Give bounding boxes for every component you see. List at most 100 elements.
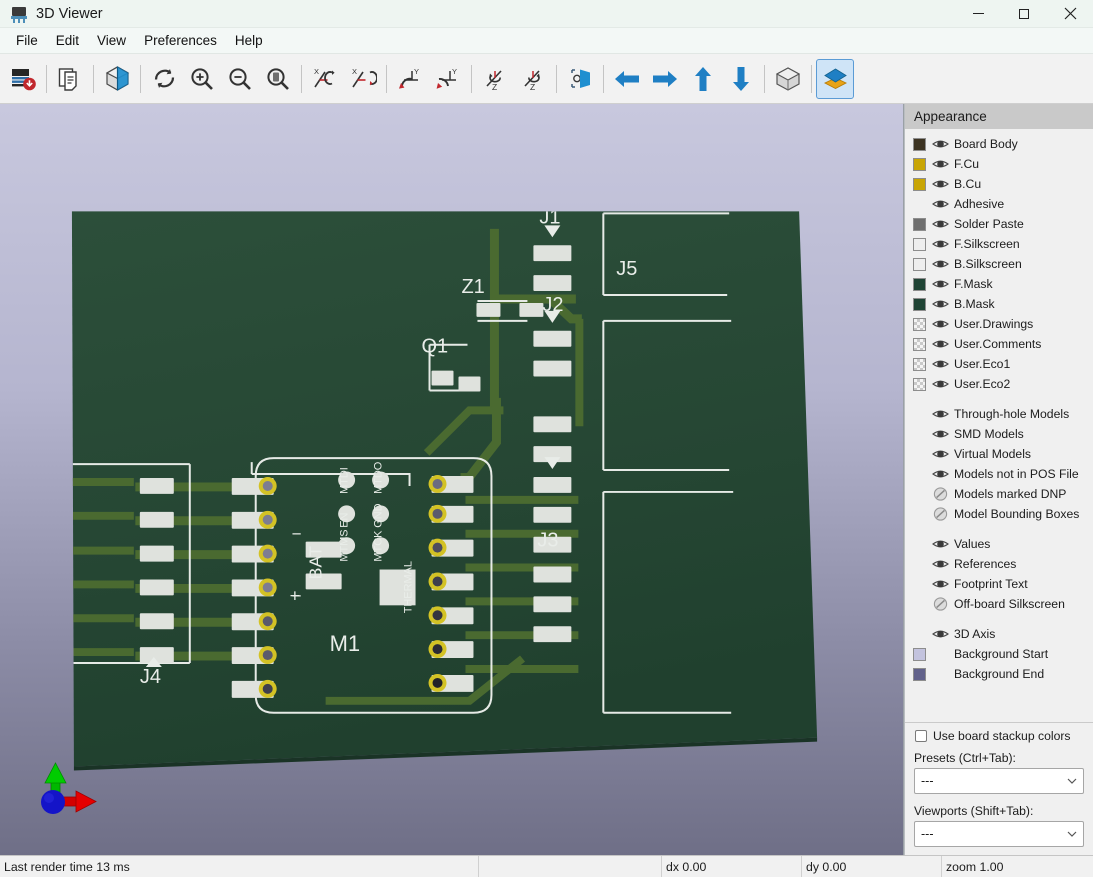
layer-row-smd-models[interactable]: SMD Models: [905, 424, 1093, 444]
layer-row-models-not-in-pos-file[interactable]: Models not in POS File: [905, 464, 1093, 484]
rotate-x-ccw-icon[interactable]: X: [306, 59, 344, 99]
viewports-dropdown[interactable]: ---: [914, 821, 1084, 847]
layer-row-footprint-text[interactable]: Footprint Text: [905, 574, 1093, 594]
layer-row-references[interactable]: References: [905, 554, 1093, 574]
color-swatch[interactable]: [913, 237, 926, 251]
rotate-z-ccw-icon[interactable]: Z: [476, 59, 514, 99]
color-swatch[interactable]: [913, 357, 926, 371]
layer-row-user-eco1[interactable]: User.Eco1: [905, 354, 1093, 374]
rotate-z-cw-icon[interactable]: Z: [514, 59, 552, 99]
menu-edit[interactable]: Edit: [47, 30, 88, 51]
color-swatch[interactable]: [913, 157, 926, 171]
status-zoom: zoom 1.00: [946, 859, 1004, 874]
menu-file[interactable]: File: [7, 30, 47, 51]
layer-row-user-drawings[interactable]: User.Drawings: [905, 314, 1093, 334]
rotate-y-cw-icon[interactable]: Y: [429, 59, 467, 99]
visibility-eye-icon[interactable]: [931, 277, 950, 292]
move-right-icon[interactable]: [646, 59, 684, 99]
rotate-x-cw-icon[interactable]: X: [344, 59, 382, 99]
layer-row-board-body[interactable]: Board Body: [905, 134, 1093, 154]
visibility-eye-icon[interactable]: [931, 257, 950, 272]
layer-row-f-silkscreen[interactable]: F.Silkscreen: [905, 234, 1093, 254]
color-swatch[interactable]: [913, 177, 926, 191]
move-left-icon[interactable]: [608, 59, 646, 99]
color-swatch[interactable]: [913, 277, 926, 291]
close-button[interactable]: [1047, 0, 1093, 28]
appearance-panel-toggle-icon[interactable]: [816, 58, 854, 99]
visibility-eye-icon[interactable]: [931, 137, 950, 152]
visibility-hidden-icon[interactable]: [931, 597, 950, 612]
layer-row-off-board-silkscreen[interactable]: Off-board Silkscreen: [905, 594, 1093, 614]
visibility-eye-icon[interactable]: [931, 297, 950, 312]
visibility-eye-icon[interactable]: [931, 377, 950, 392]
visibility-eye-icon[interactable]: [931, 467, 950, 482]
visibility-eye-icon[interactable]: [931, 577, 950, 592]
color-swatch[interactable]: [913, 647, 926, 661]
render-raytracing-icon[interactable]: [98, 59, 136, 99]
flip-board-icon[interactable]: [561, 59, 599, 99]
zoom-out-icon[interactable]: [221, 59, 259, 99]
visibility-eye-icon[interactable]: [931, 357, 950, 372]
layer-row-values[interactable]: Values: [905, 534, 1093, 554]
zoom-in-icon[interactable]: [183, 59, 221, 99]
layer-row-background-start[interactable]: Background Start: [905, 644, 1093, 664]
menu-help[interactable]: Help: [226, 30, 272, 51]
move-down-icon[interactable]: [722, 59, 760, 99]
layer-row-virtual-models[interactable]: Virtual Models: [905, 444, 1093, 464]
layer-label: Models not in POS File: [954, 467, 1079, 481]
use-board-stackup-colors-checkbox[interactable]: [915, 730, 927, 742]
color-swatch[interactable]: [913, 317, 926, 331]
visibility-eye-icon[interactable]: [931, 407, 950, 422]
visibility-eye-icon[interactable]: [931, 337, 950, 352]
use-board-stackup-colors-row[interactable]: Use board stackup colors: [905, 722, 1093, 749]
visibility-eye-icon[interactable]: [931, 537, 950, 552]
presets-dropdown[interactable]: ---: [914, 768, 1084, 794]
minimize-button[interactable]: [955, 0, 1001, 28]
color-swatch[interactable]: [913, 217, 926, 231]
rotate-y-ccw-icon[interactable]: Y: [391, 59, 429, 99]
layer-row-b-cu[interactable]: B.Cu: [905, 174, 1093, 194]
three-d-canvas[interactable]: J1 J2 J3 J5 J4 Z1 Q1 M1 MTDI MTDO EN GND…: [0, 104, 904, 855]
visibility-eye-icon[interactable]: [931, 237, 950, 252]
layer-row-through-hole-models[interactable]: Through-hole Models: [905, 404, 1093, 424]
layer-row-models-marked-dnp[interactable]: Models marked DNP: [905, 484, 1093, 504]
orthographic-view-icon[interactable]: [769, 59, 807, 99]
layer-row-3d-axis[interactable]: 3D Axis: [905, 624, 1093, 644]
move-up-icon[interactable]: [684, 59, 722, 99]
visibility-hidden-icon[interactable]: [931, 507, 950, 522]
visibility-eye-icon[interactable]: [931, 447, 950, 462]
visibility-eye-icon[interactable]: [931, 157, 950, 172]
visibility-eye-icon[interactable]: [931, 627, 950, 642]
layer-row-user-eco2[interactable]: User.Eco2: [905, 374, 1093, 394]
visibility-hidden-icon[interactable]: [931, 487, 950, 502]
layer-row-solder-paste[interactable]: Solder Paste: [905, 214, 1093, 234]
layer-row-b-mask[interactable]: B.Mask: [905, 294, 1093, 314]
layer-row-f-cu[interactable]: F.Cu: [905, 154, 1093, 174]
layer-row-f-mask[interactable]: F.Mask: [905, 274, 1093, 294]
visibility-eye-icon[interactable]: [931, 177, 950, 192]
menu-view[interactable]: View: [88, 30, 135, 51]
color-swatch[interactable]: [913, 297, 926, 311]
title-bar: 3D Viewer: [0, 0, 1093, 28]
visibility-eye-icon[interactable]: [931, 557, 950, 572]
visibility-eye-icon[interactable]: [931, 217, 950, 232]
layer-row-adhesive[interactable]: Adhesive: [905, 194, 1093, 214]
zoom-fit-icon[interactable]: [259, 59, 297, 99]
reload-board-icon[interactable]: [4, 59, 42, 99]
refresh-icon[interactable]: [145, 59, 183, 99]
copy-to-clipboard-icon[interactable]: [51, 59, 89, 99]
color-swatch[interactable]: [913, 257, 926, 271]
menu-preferences[interactable]: Preferences: [135, 30, 226, 51]
color-swatch[interactable]: [913, 137, 926, 151]
layer-row-model-bounding-boxes[interactable]: Model Bounding Boxes: [905, 504, 1093, 524]
color-swatch[interactable]: [913, 337, 926, 351]
color-swatch[interactable]: [913, 667, 926, 681]
visibility-eye-icon[interactable]: [931, 197, 950, 212]
color-swatch[interactable]: [913, 377, 926, 391]
layer-row-user-comments[interactable]: User.Comments: [905, 334, 1093, 354]
visibility-eye-icon[interactable]: [931, 427, 950, 442]
visibility-eye-icon[interactable]: [931, 317, 950, 332]
layer-row-background-end[interactable]: Background End: [905, 664, 1093, 684]
layer-row-b-silkscreen[interactable]: B.Silkscreen: [905, 254, 1093, 274]
maximize-button[interactable]: [1001, 0, 1047, 28]
